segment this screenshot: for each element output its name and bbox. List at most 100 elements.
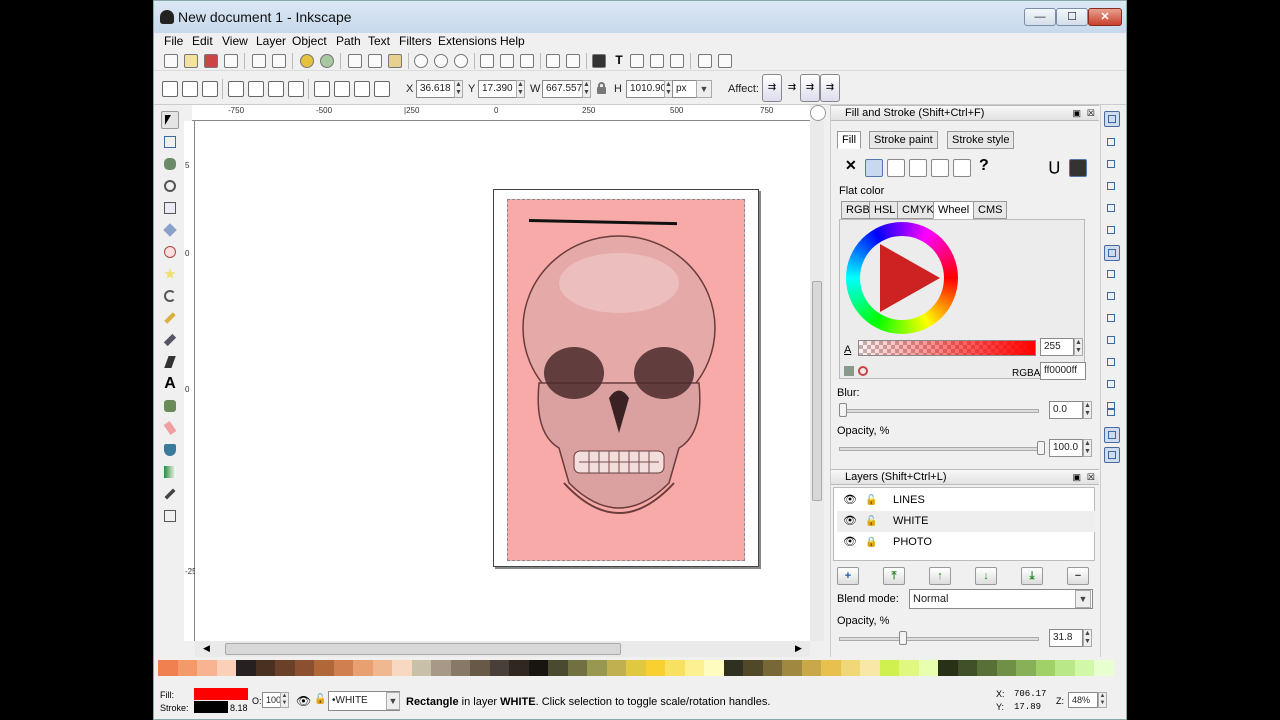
fill-opacity-input[interactable]: 100.0 <box>1049 439 1083 457</box>
clone-icon[interactable] <box>500 54 514 68</box>
snap-smooth-icon[interactable] <box>1104 333 1120 349</box>
palette-swatch[interactable] <box>333 660 354 676</box>
tweak-tool-icon[interactable] <box>161 155 179 173</box>
palette-swatch[interactable] <box>860 660 881 676</box>
stroke-width-value[interactable]: 8.18 <box>230 703 248 713</box>
vertical-scroll-thumb[interactable] <box>812 281 822 501</box>
select-all-layers-icon[interactable] <box>182 81 198 97</box>
snap-page-border-icon[interactable] <box>1104 405 1120 421</box>
unlink-clone-icon[interactable] <box>520 54 534 68</box>
alpha-slider[interactable] <box>858 340 1036 356</box>
palette-swatch[interactable] <box>977 660 998 676</box>
layer-name[interactable]: PHOTO <box>893 532 932 553</box>
palette-swatch[interactable] <box>821 660 842 676</box>
flip-horizontal-icon[interactable] <box>268 81 284 97</box>
menu-edit[interactable]: Edit <box>192 34 213 48</box>
palette-swatch[interactable] <box>1094 660 1115 676</box>
zoom-tool-icon[interactable] <box>161 177 179 195</box>
blur-spinner[interactable]: ▲ ▼ <box>1083 401 1092 419</box>
palette-swatch[interactable] <box>158 660 178 676</box>
move-gradients-toggle[interactable]: ⇉ <box>800 74 820 102</box>
panel-iconify-icon[interactable]: ▣ <box>1072 470 1081 484</box>
snap-grid-icon[interactable] <box>1104 427 1120 443</box>
unlock-icon[interactable]: 🔓 <box>865 490 877 511</box>
snap-bbox-center-icon[interactable] <box>1104 223 1120 239</box>
layer-row-lines[interactable]: 👁 🔓 LINES <box>837 490 1095 511</box>
raise-to-top-icon[interactable] <box>314 81 330 97</box>
palette-swatch[interactable] <box>470 660 491 676</box>
palette-swatch[interactable] <box>762 660 783 676</box>
deselect-icon[interactable] <box>202 81 218 97</box>
palette-swatch[interactable] <box>606 660 627 676</box>
chevron-down-icon[interactable]: ▼ <box>386 692 400 710</box>
node-tool-icon[interactable] <box>161 133 179 151</box>
export-icon[interactable] <box>272 54 286 68</box>
menu-text[interactable]: Text <box>368 34 390 48</box>
fill-rule-nonzero-icon[interactable] <box>1069 159 1087 177</box>
palette-swatch[interactable] <box>665 660 686 676</box>
rectangle-tool-icon[interactable] <box>161 199 179 217</box>
dropper-tool-icon[interactable] <box>161 485 179 503</box>
eye-icon[interactable]: 👁 <box>296 694 311 708</box>
menu-extensions[interactable]: Extensions <box>438 34 497 48</box>
rotate-cw-icon[interactable] <box>248 81 264 97</box>
print-icon[interactable] <box>224 54 238 68</box>
zoom-input[interactable]: 48% <box>1068 692 1098 708</box>
text-tool-icon[interactable]: A <box>161 375 179 393</box>
duplicate-icon[interactable] <box>480 54 494 68</box>
stroke-indicator-swatch[interactable] <box>194 701 228 713</box>
tab-wheel[interactable]: Wheel <box>933 201 975 219</box>
menu-file[interactable]: File <box>164 34 183 48</box>
remove-layer-button[interactable]: − <box>1067 567 1089 585</box>
eye-icon[interactable]: 👁 <box>843 511 857 532</box>
drawing-canvas[interactable] <box>195 121 810 641</box>
palette-swatch[interactable] <box>548 660 569 676</box>
raise-icon[interactable] <box>334 81 350 97</box>
fill-indicator-swatch[interactable] <box>194 688 248 700</box>
snap-path-icon[interactable] <box>1104 267 1120 283</box>
tab-stroke-paint[interactable]: Stroke paint <box>869 131 938 149</box>
copy-icon[interactable] <box>348 54 362 68</box>
no-paint-icon[interactable]: ✕ <box>845 157 857 174</box>
document-properties-icon[interactable] <box>718 54 732 68</box>
palette-swatch[interactable] <box>1074 660 1095 676</box>
fill-opacity-spinner[interactable]: ▲ ▼ <box>1083 439 1092 457</box>
color-triangle[interactable] <box>880 244 940 312</box>
palette-swatch[interactable] <box>197 660 218 676</box>
flip-vertical-icon[interactable] <box>288 81 304 97</box>
scale-corners-toggle[interactable]: ⇉ <box>782 74 802 102</box>
tab-cms[interactable]: CMS <box>973 201 1008 219</box>
fill-opacity-slider[interactable] <box>839 447 1039 451</box>
preferences-icon[interactable] <box>698 54 712 68</box>
lock-ratio-icon[interactable] <box>594 81 610 97</box>
rotate-ccw-icon[interactable] <box>228 81 244 97</box>
snap-bbox-midpoint-icon[interactable] <box>1104 201 1120 217</box>
new-document-icon[interactable] <box>164 54 178 68</box>
raise-layer-top-button[interactable]: ⤒ <box>883 567 905 585</box>
redo-icon[interactable] <box>320 54 334 68</box>
palette-swatch[interactable] <box>411 660 432 676</box>
open-folder-icon[interactable] <box>184 54 198 68</box>
tab-hsl[interactable]: HSL <box>869 201 901 219</box>
snap-bbox-corner-icon[interactable] <box>1104 179 1120 195</box>
palette-swatch[interactable] <box>450 660 471 676</box>
palette-swatch[interactable] <box>236 660 257 676</box>
paste-icon[interactable] <box>388 54 402 68</box>
horizontal-scroll-thumb[interactable] <box>225 643 621 655</box>
scroll-left-icon[interactable]: ◀ <box>203 643 210 654</box>
swatch-button[interactable] <box>953 159 971 177</box>
pencil-tool-icon[interactable] <box>161 309 179 327</box>
lower-layer-bottom-button[interactable]: ⤓ <box>1021 567 1043 585</box>
cut-icon[interactable] <box>368 54 382 68</box>
snap-bbox-edge-icon[interactable] <box>1104 157 1120 173</box>
layer-opacity-spinner[interactable]: ▲ ▼ <box>1083 629 1092 647</box>
move-patterns-toggle[interactable]: ⇉ <box>820 74 840 102</box>
menu-filters[interactable]: Filters <box>399 34 432 48</box>
fill-stroke-icon[interactable] <box>592 54 606 68</box>
snap-object-center-icon[interactable] <box>1104 377 1120 393</box>
zoom-drawing-icon[interactable] <box>434 54 448 68</box>
palette-swatch[interactable] <box>392 660 413 676</box>
unlock-icon[interactable]: 🔓 <box>865 511 877 532</box>
palette-swatch[interactable] <box>255 660 276 676</box>
menu-help[interactable]: Help <box>500 34 525 48</box>
